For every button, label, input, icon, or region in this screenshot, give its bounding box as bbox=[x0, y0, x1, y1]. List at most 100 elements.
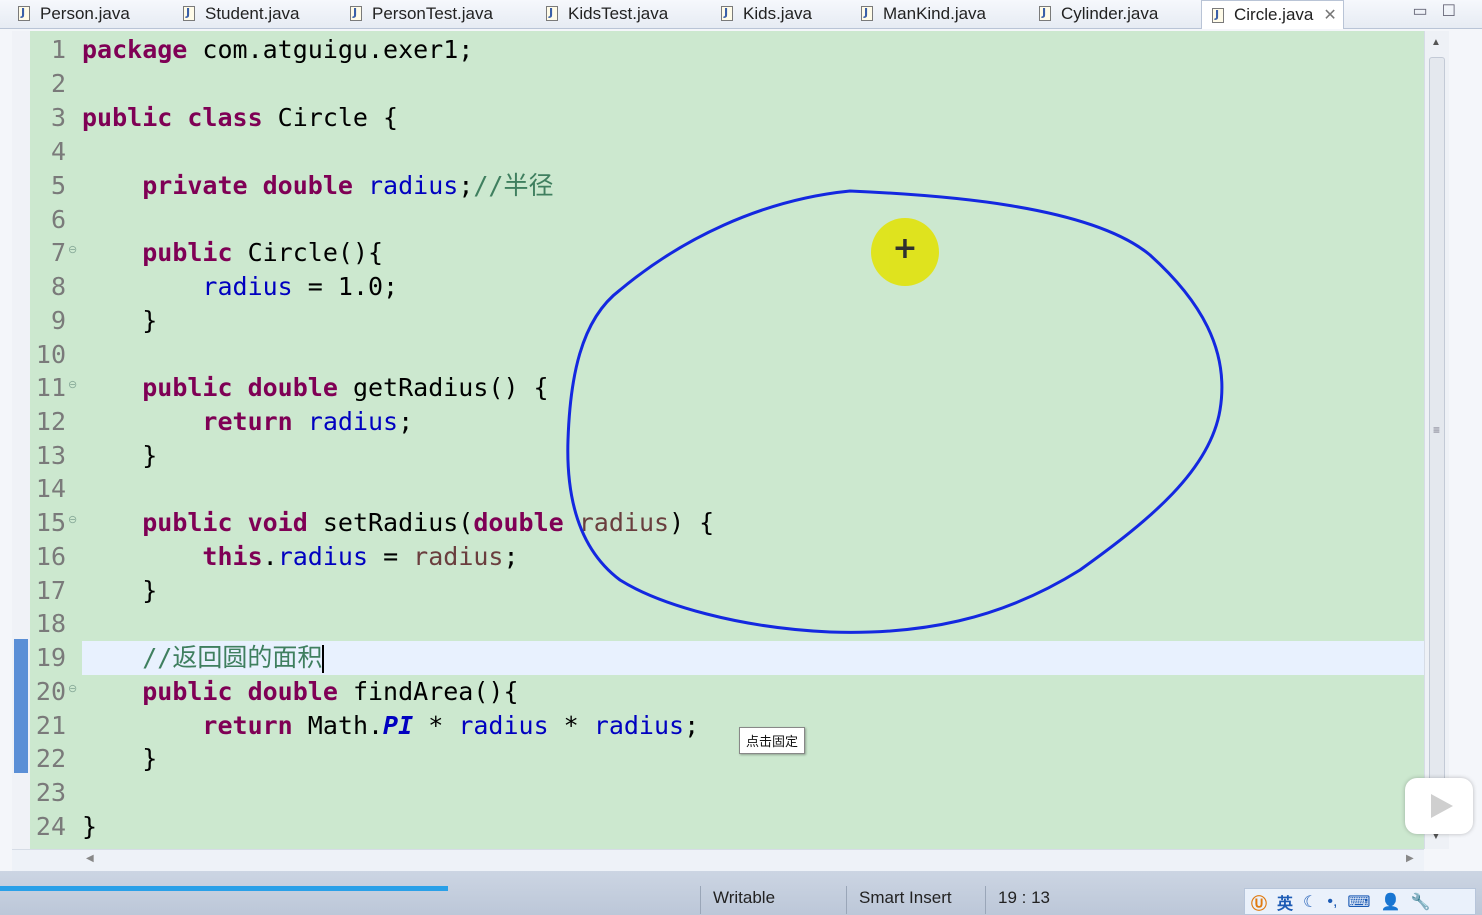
editor-tab-bar: Person.java Student.java PersonTest.java… bbox=[0, 0, 1482, 29]
java-file-icon bbox=[18, 6, 30, 21]
code-line: return radius; bbox=[82, 405, 1424, 439]
comment: //返回圆的面积 bbox=[142, 643, 323, 672]
text-caret bbox=[322, 645, 325, 673]
cursor-position-status: 19 : 13 bbox=[985, 886, 1118, 914]
fold-toggle-icon[interactable]: ⊖ bbox=[68, 243, 77, 256]
code-line: public double findArea(){ bbox=[82, 675, 1424, 709]
line-number: 15 bbox=[35, 508, 66, 537]
line-number: 14 bbox=[35, 474, 66, 503]
code-text: ; bbox=[398, 407, 414, 436]
tab-person-java[interactable]: Person.java bbox=[18, 0, 130, 27]
tab-label: Cylinder.java bbox=[1061, 3, 1159, 23]
code-text: ) { bbox=[669, 508, 715, 537]
line-number: 13 bbox=[35, 441, 66, 470]
line-number: 22 bbox=[35, 744, 66, 773]
tab-kids-java[interactable]: Kids.java bbox=[721, 0, 812, 27]
java-file-icon bbox=[1212, 7, 1224, 23]
java-file-icon bbox=[861, 6, 873, 21]
keyboard-icon[interactable]: ⌨ bbox=[1347, 892, 1370, 912]
tab-kidstest-java[interactable]: KidsTest.java bbox=[546, 0, 668, 27]
line-number: 3 bbox=[50, 103, 66, 132]
keyword: return bbox=[202, 711, 293, 740]
code-text: getRadius() { bbox=[337, 373, 549, 402]
tab-circle-java[interactable]: Circle.java ✕ bbox=[1201, 0, 1344, 29]
parameter-name: radius bbox=[413, 542, 504, 571]
code-line: } bbox=[82, 304, 1424, 338]
scrollbar-thumb[interactable] bbox=[1429, 57, 1445, 817]
tab-label: Person.java bbox=[40, 3, 130, 23]
constant-name: PI bbox=[383, 711, 414, 740]
horizontal-scrollbar[interactable]: ◀ ▶ bbox=[12, 849, 1424, 872]
line-number: 1 bbox=[50, 35, 66, 64]
code-text: setRadius( bbox=[307, 508, 474, 537]
tab-mankind-java[interactable]: ManKind.java bbox=[861, 0, 986, 27]
code-editor[interactable]: 1 2 3 4 5 6 7 8 9 10 11 12 13 14 15 16 1… bbox=[12, 31, 1424, 849]
line-number: 18 bbox=[35, 609, 66, 638]
java-file-icon bbox=[546, 6, 558, 21]
wrench-icon[interactable]: 🔧 bbox=[1410, 892, 1430, 912]
keyword: public void bbox=[142, 508, 308, 537]
code-line: } bbox=[82, 574, 1424, 608]
maximize-icon[interactable]: ☐ bbox=[1442, 1, 1456, 21]
line-number: 17 bbox=[35, 576, 66, 605]
line-number-gutter: 1 2 3 4 5 6 7 8 9 10 11 12 13 14 15 16 1… bbox=[30, 31, 82, 849]
code-text: } bbox=[142, 306, 158, 335]
scroll-right-icon[interactable]: ▶ bbox=[1406, 853, 1414, 864]
tab-student-java[interactable]: Student.java bbox=[183, 0, 300, 27]
status-bar: Writable Smart Insert 19 : 13 Ⓤ 英 ☾ •, ⌨… bbox=[0, 871, 1482, 915]
vertical-scrollbar[interactable]: ▲ ≡ ▼ bbox=[1424, 31, 1449, 849]
pin-tooltip[interactable]: 点击固定 bbox=[739, 727, 806, 754]
code-text: } bbox=[142, 576, 158, 605]
insert-mode-status: Smart Insert bbox=[846, 886, 985, 914]
line-number: 21 bbox=[35, 711, 66, 740]
ime-language-label[interactable]: 英 bbox=[1277, 890, 1293, 914]
tab-label: KidsTest.java bbox=[568, 3, 669, 23]
field-name: radius bbox=[277, 542, 369, 571]
fold-toggle-icon[interactable]: ⊖ bbox=[68, 513, 77, 526]
field-name: radius bbox=[593, 711, 685, 740]
fold-toggle-icon[interactable]: ⊖ bbox=[68, 682, 77, 695]
scroll-up-icon[interactable]: ▲ bbox=[1431, 37, 1441, 48]
code-text: * bbox=[413, 711, 459, 740]
line-number: 19 bbox=[35, 643, 66, 672]
code-line: public void setRadius(double radius) { bbox=[82, 506, 1424, 540]
line-number: 2 bbox=[50, 69, 66, 98]
code-line: public class Circle { bbox=[82, 101, 1424, 135]
code-text: = bbox=[368, 542, 414, 571]
tab-persontest-java[interactable]: PersonTest.java bbox=[350, 0, 493, 27]
writable-status: Writable bbox=[700, 886, 845, 914]
code-line: radius = 1.0; bbox=[82, 270, 1424, 304]
play-button[interactable] bbox=[1405, 778, 1473, 834]
window-controls: ▭ ☐ bbox=[1413, 1, 1456, 21]
field-name: radius bbox=[458, 711, 549, 740]
mouse-pointer-highlight bbox=[871, 218, 939, 286]
code-text: } bbox=[82, 812, 98, 841]
line-number: 20 bbox=[35, 677, 66, 706]
punctuation-icon[interactable]: •, bbox=[1327, 893, 1337, 911]
line-number: 12 bbox=[35, 407, 66, 436]
keyword: public class bbox=[82, 103, 263, 132]
keyword: return bbox=[202, 407, 293, 436]
close-icon[interactable]: ✕ bbox=[1323, 5, 1336, 25]
line-number: 23 bbox=[35, 778, 66, 807]
line-number: 16 bbox=[35, 542, 66, 571]
ime-logo-icon[interactable]: Ⓤ bbox=[1251, 890, 1267, 914]
tab-cylinder-java[interactable]: Cylinder.java bbox=[1039, 0, 1158, 27]
line-number: 11 bbox=[35, 373, 66, 402]
minimize-icon[interactable]: ▭ bbox=[1413, 1, 1428, 21]
keyword: public bbox=[142, 238, 233, 267]
user-icon[interactable]: 👤 bbox=[1381, 892, 1401, 912]
code-text: com.atguigu.exer1; bbox=[187, 35, 474, 64]
keyword: double bbox=[473, 508, 564, 537]
moon-icon[interactable]: ☾ bbox=[1303, 892, 1317, 912]
code-text: = 1.0; bbox=[292, 272, 399, 301]
scroll-left-icon[interactable]: ◀ bbox=[86, 853, 94, 864]
code-line: public double getRadius() { bbox=[82, 371, 1424, 405]
code-text: } bbox=[142, 441, 158, 470]
code-line: } bbox=[82, 439, 1424, 473]
tab-label: ManKind.java bbox=[883, 3, 987, 23]
keyword: public double bbox=[142, 373, 338, 402]
code-text: Math. bbox=[292, 711, 384, 740]
code-text: * bbox=[548, 711, 594, 740]
fold-toggle-icon[interactable]: ⊖ bbox=[68, 378, 77, 391]
